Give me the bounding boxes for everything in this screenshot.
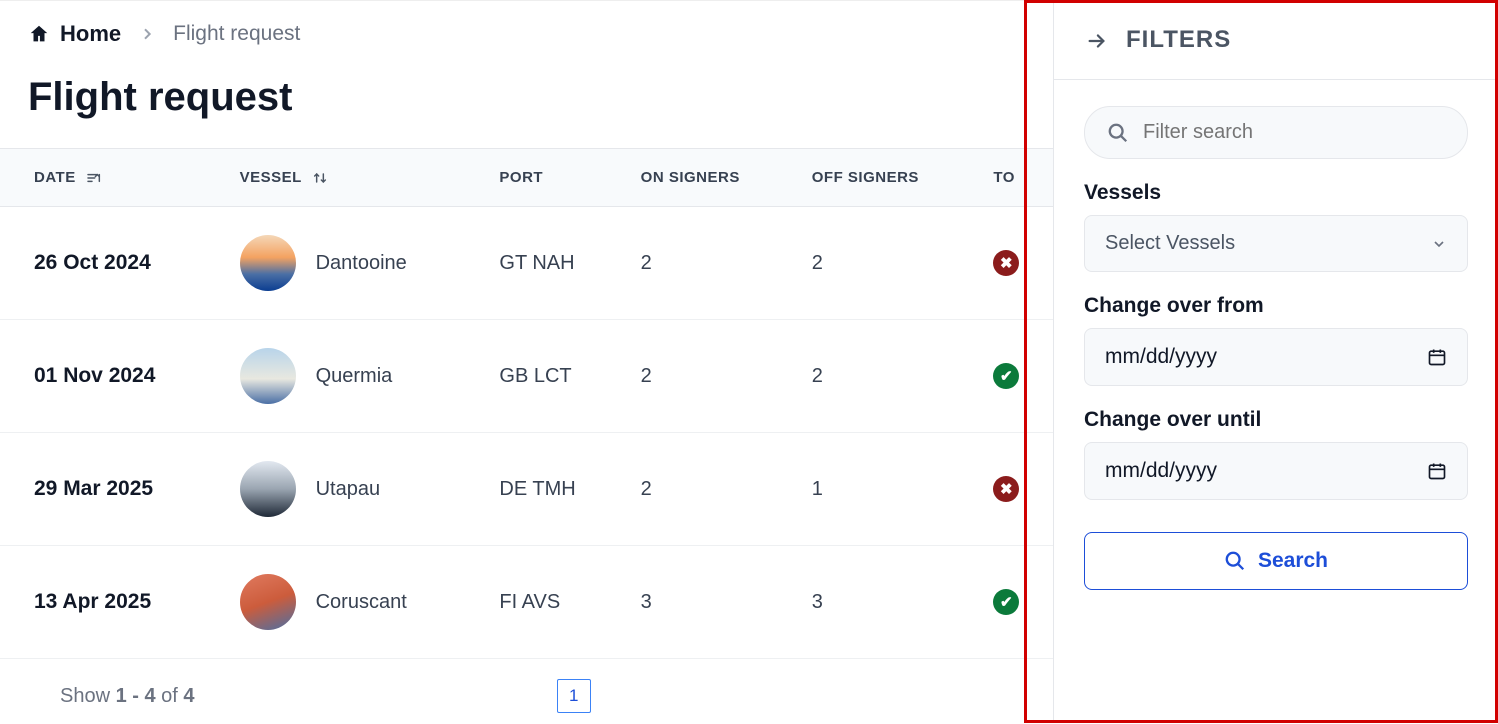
status-badge: ✔	[993, 363, 1019, 389]
home-icon	[28, 23, 50, 45]
sort-icon	[312, 169, 328, 185]
col-vessel[interactable]: VESSEL	[224, 149, 484, 207]
vessel-avatar	[240, 574, 296, 630]
breadcrumb: Home Flight request	[0, 21, 1053, 47]
col-off-signers[interactable]: OFF SIGNERS	[796, 149, 978, 207]
cell-port: DE TMH	[483, 433, 624, 546]
vessel-avatar	[240, 235, 296, 291]
page-number-button[interactable]: 1	[557, 679, 591, 713]
cell-on: 2	[625, 320, 796, 433]
breadcrumb-home-label: Home	[60, 21, 121, 47]
cell-vessel: Utapau	[224, 433, 484, 546]
cell-on: 3	[625, 546, 796, 659]
cell-port: GB LCT	[483, 320, 624, 433]
pagination: Show 1 - 4 of 4 1	[0, 659, 1053, 723]
calendar-icon	[1427, 461, 1447, 481]
search-button-label: Search	[1258, 549, 1328, 573]
breadcrumb-current: Flight request	[173, 22, 300, 46]
status-badge: ✖	[993, 250, 1019, 276]
change-over-from-input[interactable]: mm/dd/yyyy	[1084, 328, 1468, 386]
vessel-avatar	[240, 348, 296, 404]
col-date[interactable]: DATE	[0, 149, 224, 207]
table-row[interactable]: 01 Nov 2024 Quermia GB LCT 2 2 ✔	[0, 320, 1053, 433]
table-row[interactable]: 29 Mar 2025 Utapau DE TMH 2 1 ✖	[0, 433, 1053, 546]
status-badge: ✖	[993, 476, 1019, 502]
col-on-signers[interactable]: ON SIGNERS	[625, 149, 796, 207]
main-content: Home Flight request Flight request DATE	[0, 0, 1053, 723]
cell-date: 26 Oct 2024	[0, 207, 224, 320]
cell-date: 13 Apr 2025	[0, 546, 224, 659]
vessels-select[interactable]: Select Vessels	[1084, 215, 1468, 272]
cell-off: 2	[796, 207, 978, 320]
cell-vessel: Quermia	[224, 320, 484, 433]
vessels-label: Vessels	[1084, 181, 1468, 205]
vessel-name: Dantooine	[316, 252, 407, 275]
vessel-name: Utapau	[316, 478, 381, 501]
flight-request-table: DATE VESSEL PORT ON SIGNERS OFF SIGNERS	[0, 148, 1053, 659]
calendar-icon	[1427, 347, 1447, 367]
cell-off: 1	[796, 433, 978, 546]
cell-on: 2	[625, 433, 796, 546]
breadcrumb-home[interactable]: Home	[28, 21, 121, 47]
table-row[interactable]: 13 Apr 2025 Coruscant FI AVS 3 3 ✔	[0, 546, 1053, 659]
table-row[interactable]: 26 Oct 2024 Dantooine GT NAH 2 2 ✖	[0, 207, 1053, 320]
arrow-right-icon	[1084, 24, 1110, 55]
filter-search-box[interactable]	[1084, 106, 1468, 159]
cell-date: 29 Mar 2025	[0, 433, 224, 546]
date-placeholder: mm/dd/yyyy	[1105, 345, 1217, 369]
filters-panel: FILTERS Vessels Select Vessels Change ov…	[1053, 0, 1498, 723]
cell-port: GT NAH	[483, 207, 624, 320]
change-over-until-input[interactable]: mm/dd/yyyy	[1084, 442, 1468, 500]
cell-on: 2	[625, 207, 796, 320]
pagination-summary: Show 1 - 4 of 4	[60, 685, 195, 708]
filter-search-input[interactable]	[1143, 121, 1445, 144]
cell-vessel: Dantooine	[224, 207, 484, 320]
date-placeholder: mm/dd/yyyy	[1105, 459, 1217, 483]
change-over-from-label: Change over from	[1084, 294, 1468, 318]
vessel-name: Coruscant	[316, 591, 407, 614]
vessel-avatar	[240, 461, 296, 517]
search-icon	[1224, 550, 1246, 572]
cell-off: 3	[796, 546, 978, 659]
page-title: Flight request	[0, 75, 1053, 120]
chevron-down-icon	[1431, 236, 1447, 252]
status-badge: ✔	[993, 589, 1019, 615]
vessel-name: Quermia	[316, 365, 393, 388]
cell-off: 2	[796, 320, 978, 433]
change-over-until-label: Change over until	[1084, 408, 1468, 432]
col-port[interactable]: PORT	[483, 149, 624, 207]
chevron-right-icon	[139, 25, 155, 43]
cell-date: 01 Nov 2024	[0, 320, 224, 433]
cell-port: FI AVS	[483, 546, 624, 659]
search-icon	[1107, 122, 1129, 144]
filters-header[interactable]: FILTERS	[1054, 0, 1498, 80]
sort-icon	[86, 169, 102, 185]
col-to[interactable]: TO	[977, 149, 1053, 207]
search-button[interactable]: Search	[1084, 532, 1468, 590]
vessels-select-value: Select Vessels	[1105, 232, 1235, 255]
cell-vessel: Coruscant	[224, 546, 484, 659]
filters-title: FILTERS	[1126, 26, 1231, 54]
